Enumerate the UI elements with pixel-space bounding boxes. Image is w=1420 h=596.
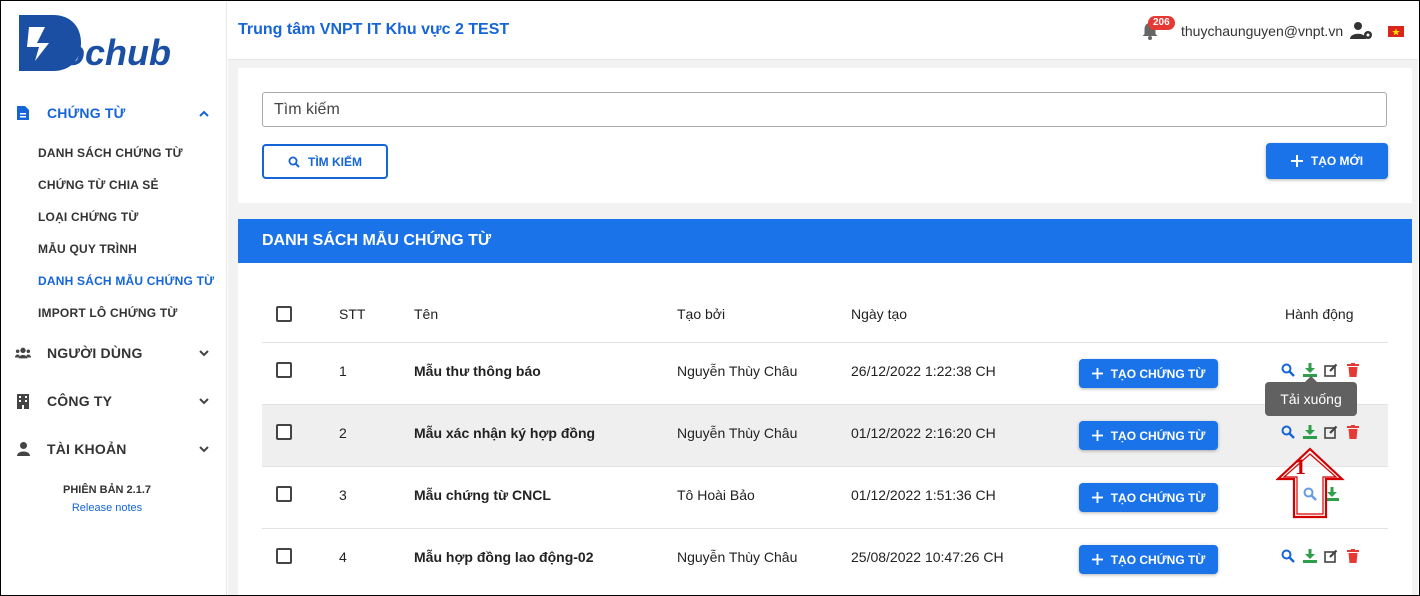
sidebar-item-mau-quy-trinh[interactable]: MẪU QUY TRÌNH: [38, 242, 137, 256]
row-name: Mẫu hợp đồng lao động-02: [414, 549, 594, 565]
row-stt: 4: [339, 549, 347, 565]
row-name: Mẫu thư thông báo: [414, 363, 541, 379]
user-email[interactable]: thuychaunguyen@vnpt.vn: [1181, 23, 1343, 39]
chevron-down-icon: [197, 394, 211, 408]
document-icon: [15, 105, 31, 121]
view-icon[interactable]: [1281, 549, 1295, 563]
create-document-label: TẠO CHỨNG TỪ: [1110, 490, 1206, 505]
building-icon: [15, 393, 31, 409]
column-header-tao-boi: Tạo bởi: [677, 306, 726, 322]
create-document-button[interactable]: TẠO CHỨNG TỪ: [1079, 359, 1218, 388]
top-bar: Trung tâm VNPT IT Khu vực 2 TEST 206 thu…: [228, 1, 1418, 60]
row-stt: 2: [339, 425, 347, 441]
nav-group-label: CÔNG TY: [47, 393, 113, 409]
download-icon[interactable]: [1303, 363, 1317, 377]
select-all-checkbox[interactable]: [276, 306, 292, 322]
edit-icon[interactable]: [1324, 425, 1338, 439]
sidebar-item-danh-sach-chung-tu[interactable]: DANH SÁCH CHỨNG TỪ: [38, 146, 183, 160]
download-tooltip: Tải xuống: [1265, 376, 1357, 416]
view-icon[interactable]: [1281, 425, 1295, 439]
nav-group-cong-ty[interactable]: CÔNG TY: [1, 385, 227, 417]
nav-group-tai-khoan[interactable]: TÀI KHOẢN: [1, 433, 227, 465]
column-header-stt: STT: [339, 306, 366, 322]
row-created-at: 01/12/2022 1:51:36 CH: [851, 487, 996, 503]
edit-icon[interactable]: [1324, 363, 1338, 377]
search-input[interactable]: [262, 92, 1387, 127]
create-new-button[interactable]: TẠO MỚI: [1266, 143, 1388, 179]
row-stt: 1: [339, 363, 347, 379]
vietnam-flag-icon[interactable]: [1388, 26, 1404, 37]
row-name: Mẫu xác nhận ký hợp đồng: [414, 425, 596, 441]
users-icon: [15, 345, 31, 361]
column-header-ten: Tên: [414, 306, 439, 322]
create-new-label: TẠO MỚI: [1310, 154, 1364, 168]
download-icon[interactable]: [1303, 549, 1317, 563]
annotation-step-number: 1: [1295, 454, 1306, 479]
sidebar-item-loai-chung-tu[interactable]: LOẠI CHỨNG TỪ: [38, 210, 139, 224]
plus-icon: [1091, 554, 1103, 565]
search-button[interactable]: TÌM KIẾM: [262, 144, 388, 179]
search-card: [238, 68, 1412, 203]
sidebar-item-chung-tu-chia-se[interactable]: CHỨNG TỪ CHIA SẺ: [38, 178, 159, 192]
nav-group-nguoi-dung[interactable]: NGƯỜI DÙNG: [1, 337, 227, 369]
sidebar-item-danh-sach-mau-chung-tu[interactable]: DANH SÁCH MẪU CHỨNG TỪ: [38, 274, 214, 288]
section-title: DANH SÁCH MẪU CHỨNG TỪ: [238, 219, 1412, 263]
user-settings-icon[interactable]: [1350, 21, 1374, 41]
delete-icon[interactable]: [1346, 363, 1360, 377]
row-created-by: Nguyễn Thùy Châu: [677, 425, 798, 441]
annotation-arrow: [1276, 447, 1345, 519]
delete-icon[interactable]: [1346, 425, 1360, 439]
create-document-button[interactable]: TẠO CHỨNG TỪ: [1079, 545, 1218, 574]
nav-group-label: NGƯỜI DÙNG: [47, 345, 143, 361]
row-stt: 3: [339, 487, 347, 503]
download-icon[interactable]: [1303, 425, 1317, 439]
plus-icon: [1290, 155, 1303, 167]
plus-icon: [1091, 368, 1103, 379]
nav-group-chung-tu[interactable]: CHỨNG TỪ: [1, 97, 227, 129]
svg-text:ochub: ochub: [63, 32, 171, 73]
dochub-logo[interactable]: ochub: [15, 13, 185, 73]
row-checkbox[interactable]: [276, 548, 292, 564]
row-created-at: 01/12/2022 2:16:20 CH: [851, 425, 996, 441]
search-button-label: TÌM KIẾM: [308, 154, 362, 169]
row-created-by: Nguyễn Thùy Châu: [677, 363, 798, 379]
create-document-label: TẠO CHỨNG TỪ: [1110, 428, 1206, 443]
plus-icon: [1091, 492, 1103, 503]
create-document-label: TẠO CHỨNG TỪ: [1110, 366, 1206, 381]
nav-group-label: TÀI KHOẢN: [47, 441, 127, 457]
chevron-down-icon: [197, 442, 211, 456]
row-created-by: Tô Hoài Bảo: [677, 487, 755, 503]
sidebar: ochub CHỨNG TỪ DANH SÁCH CHỨNG TỪ CHỨNG …: [1, 1, 227, 595]
row-checkbox[interactable]: [276, 362, 292, 378]
page-title: Trung tâm VNPT IT Khu vực 2 TEST: [238, 21, 510, 38]
create-document-label: TẠO CHỨNG TỪ: [1110, 552, 1206, 567]
row-created-by: Nguyễn Thùy Châu: [677, 549, 798, 565]
row-checkbox[interactable]: [276, 486, 292, 502]
row-name: Mẫu chứng từ CNCL: [414, 487, 551, 503]
notification-badge: 206: [1148, 16, 1175, 30]
create-document-button[interactable]: TẠO CHỨNG TỪ: [1079, 421, 1218, 450]
row-created-at: 25/08/2022 10:47:26 CH: [851, 549, 1004, 565]
row-checkbox[interactable]: [276, 424, 292, 440]
column-header-hanh-dong: Hành động: [1285, 306, 1354, 322]
column-header-ngay-tao: Ngày tạo: [851, 306, 908, 322]
user-icon: [15, 441, 31, 457]
plus-icon: [1091, 430, 1103, 441]
create-document-button[interactable]: TẠO CHỨNG TỪ: [1079, 483, 1218, 512]
nav-group-label: CHỨNG TỪ: [47, 105, 126, 121]
release-notes-link[interactable]: Release notes: [1, 502, 213, 514]
view-icon[interactable]: [1281, 363, 1295, 377]
edit-icon[interactable]: [1324, 549, 1338, 563]
chevron-down-icon: [197, 346, 211, 360]
chevron-up-icon: [197, 106, 211, 120]
sidebar-item-import-lo-chung-tu[interactable]: IMPORT LÔ CHỨNG TỪ: [38, 306, 178, 320]
version-label: PHIÊN BẢN 2.1.7: [62, 484, 152, 496]
row-created-at: 26/12/2022 1:22:38 CH: [851, 363, 996, 379]
search-icon: [288, 156, 300, 168]
delete-icon[interactable]: [1346, 549, 1360, 563]
